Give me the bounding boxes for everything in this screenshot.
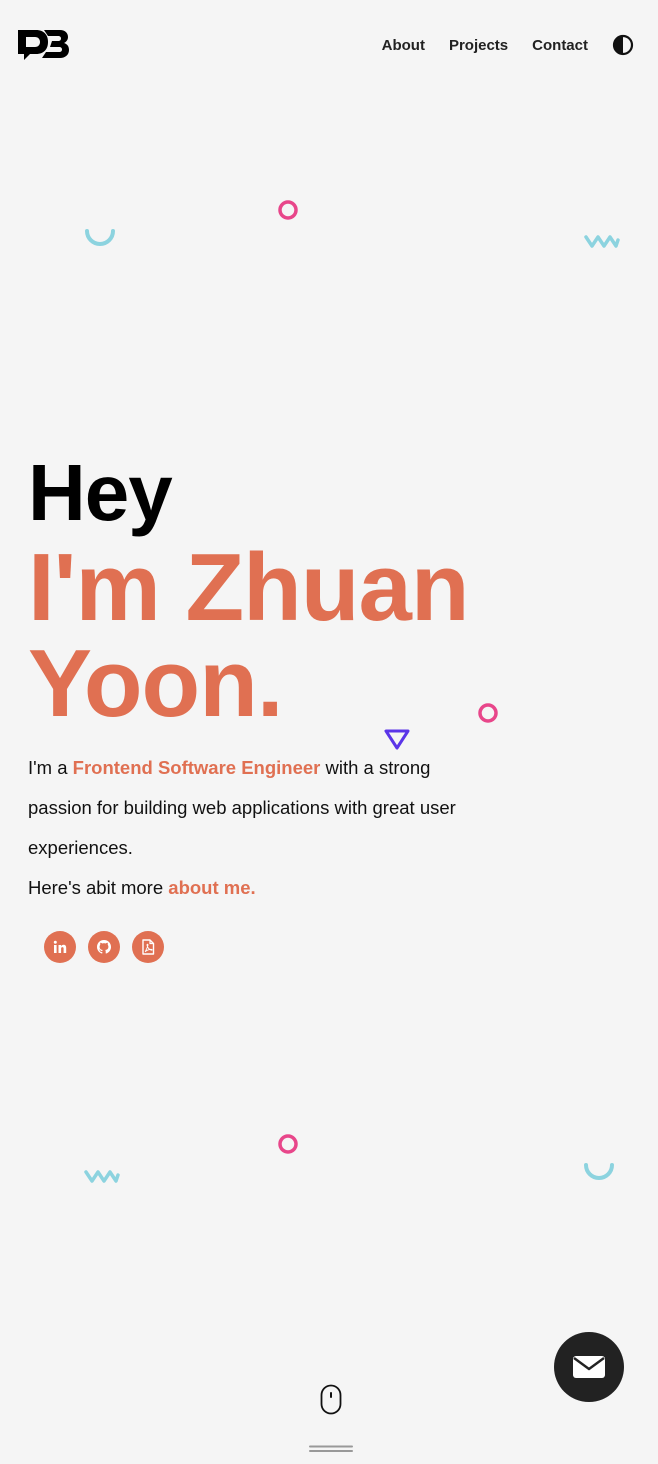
cyan-arc-shape [584, 1163, 614, 1180]
page: About Projects Contact Hey I'm Zhuan Yoo… [0, 0, 658, 1464]
github-button[interactable] [88, 931, 120, 963]
main-nav: About Projects Contact [358, 34, 634, 56]
nav-contact[interactable]: Contact [532, 37, 588, 54]
hero-greeting: Hey [28, 448, 173, 537]
intro-role: Frontend Software Engineer [72, 757, 321, 778]
pink-ring-shape [278, 200, 298, 220]
cyan-zigzag-shape [84, 1170, 120, 1183]
pdf-resume-icon [142, 939, 155, 955]
more-prefix: Here's abit more [28, 877, 169, 898]
contrast-icon[interactable] [612, 34, 634, 56]
pink-ring-shape [278, 1134, 298, 1154]
cyan-arc-shape [85, 229, 115, 246]
linkedin-button[interactable] [44, 931, 76, 963]
hero-section: Hey I'm Zhuan Yoon. I'm a Frontend Softw… [28, 446, 488, 908]
resume-pdf-button[interactable] [132, 931, 164, 963]
about-me-link[interactable]: about me. [168, 877, 255, 898]
github-icon [97, 940, 111, 954]
contact-mail-button[interactable] [554, 1332, 624, 1402]
cyan-zigzag-shape [584, 235, 620, 248]
nav-about[interactable]: About [382, 37, 425, 54]
social-links [44, 931, 176, 963]
scroll-handle-icon[interactable] [309, 1445, 353, 1453]
nav-projects[interactable]: Projects [449, 37, 508, 54]
hero-name-line1: I'm Zhuan [28, 534, 469, 641]
hero-name-line2: Yoon. [28, 630, 284, 737]
mouse-icon[interactable] [320, 1384, 342, 1415]
intro-prefix: I'm a [28, 757, 73, 778]
logo[interactable] [18, 28, 70, 62]
envelope-icon [573, 1356, 605, 1378]
hero-intro: I'm a Frontend Software Engineer with a … [28, 748, 468, 908]
linkedin-icon [53, 940, 67, 953]
